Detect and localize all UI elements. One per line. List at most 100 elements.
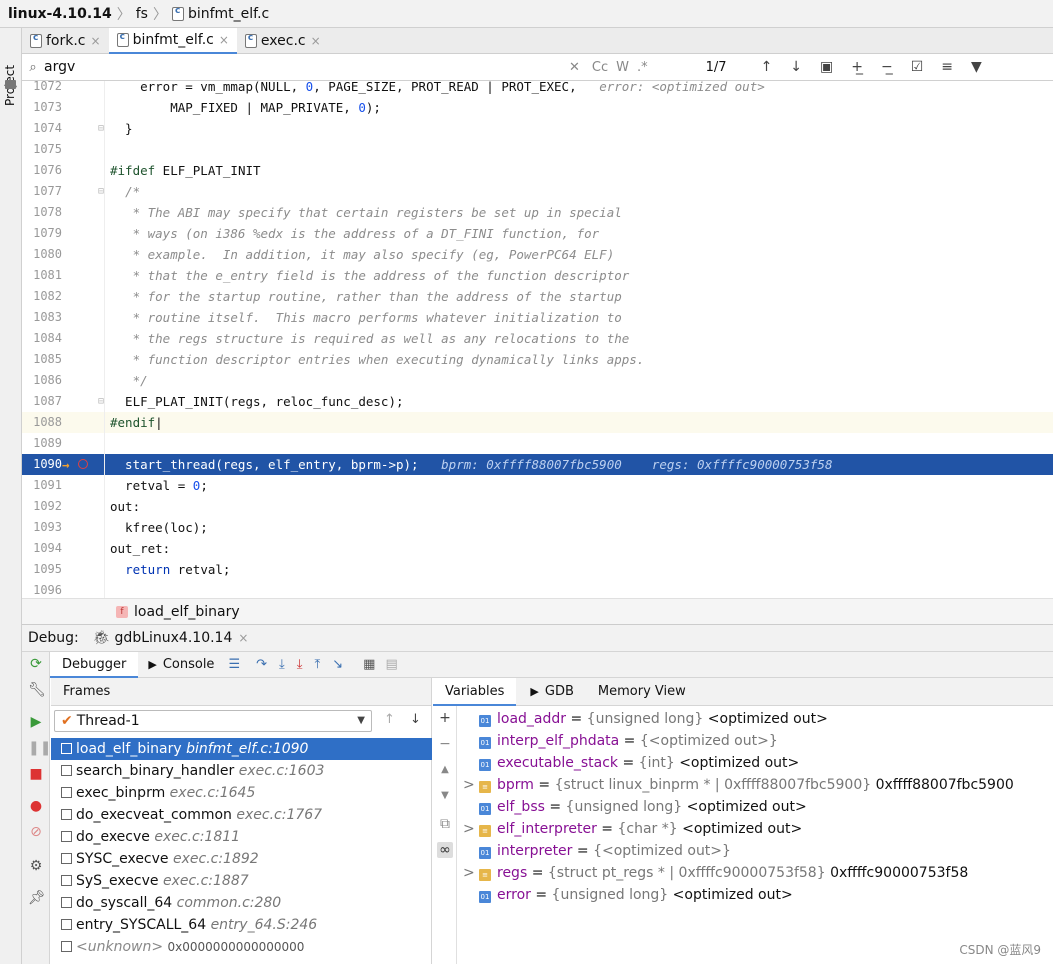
move-down-icon[interactable]: ▼	[437, 790, 453, 801]
function-name[interactable]: load_elf_binary	[134, 604, 240, 620]
code-line[interactable]: 1078 * The ABI may specify that certain …	[22, 202, 1053, 223]
evaluate-expression-icon[interactable]: ▦	[363, 657, 375, 672]
remove-selection-icon[interactable]: −̲	[881, 59, 893, 75]
move-up-icon[interactable]: ▲	[437, 764, 453, 775]
tab-binfmt-elf-c[interactable]: binfmt_elf.c ×	[108, 28, 237, 54]
pause-icon[interactable]: ❚❚	[28, 740, 51, 756]
regex-toggle[interactable]: .*	[637, 60, 648, 75]
frame-row[interactable]: SYSC_execve exec.c:1892	[51, 848, 432, 870]
wrench-icon[interactable]: 🔧︎	[28, 682, 46, 698]
breakpoint-icon[interactable]	[78, 459, 88, 469]
force-step-into-icon[interactable]: ⤒	[315, 657, 321, 672]
code-line[interactable]: 1088 #endif|	[22, 412, 1053, 433]
add-watch-icon[interactable]: +	[437, 710, 453, 726]
close-icon[interactable]: ×	[238, 631, 248, 645]
tab-fork-c[interactable]: fork.c ×	[22, 28, 109, 54]
case-sensitive-toggle[interactable]: Cc	[592, 60, 608, 75]
code-line[interactable]: 1095 return retval;	[22, 559, 1053, 580]
next-occurrence-icon[interactable]: ↓	[790, 59, 802, 75]
close-icon[interactable]: ×	[219, 33, 229, 47]
tab-console[interactable]: Console	[163, 657, 215, 672]
frame-row[interactable]: SyS_execve exec.c:1887	[51, 870, 432, 892]
layout-icon[interactable]: ▤	[385, 657, 397, 672]
frame-row[interactable]: entry_SYSCALL_64 entry_64.S:246	[51, 914, 432, 936]
frame-row[interactable]: <unknown> 0x0000000000000000	[51, 936, 432, 958]
tab-memory-view[interactable]: Memory View	[598, 684, 686, 699]
frame-row[interactable]: exec_binprm exec.c:1645	[51, 782, 432, 804]
frame-row[interactable]: search_binary_handler exec.c:1603	[51, 760, 432, 782]
variable-row[interactable]: > ≡ regs = {struct pt_regs * | 0xffffc9000…	[463, 862, 968, 884]
previous-occurrence-icon[interactable]: ↑	[761, 59, 773, 75]
code-line[interactable]: 1076 #ifdef ELF_PLAT_INIT	[22, 160, 1053, 181]
code-line[interactable]: 1090 start_thread(regs, elf_entry, bprm-…	[22, 454, 1053, 475]
code-line[interactable]: 1089	[22, 433, 1053, 454]
tab-gdb[interactable]: GDB	[545, 684, 574, 699]
frame-row[interactable]: do_syscall_64 common.c:280	[51, 892, 432, 914]
code-line[interactable]: 1083 * routine itself. This macro perfor…	[22, 307, 1053, 328]
tab-exec-c[interactable]: exec.c ×	[237, 28, 329, 54]
select-all-occurrences-icon[interactable]: ☑	[911, 59, 924, 75]
variable-row[interactable]: > ≡ bprm = {struct linux_binprm * | 0xffff…	[463, 774, 1014, 796]
remove-watch-icon[interactable]: −	[437, 736, 453, 752]
code-line[interactable]: 1085 * function descriptor entries when …	[22, 349, 1053, 370]
breadcrumb-file[interactable]: binfmt_elf.c	[188, 6, 269, 22]
frame-row[interactable]: do_execveat_common exec.c:1767	[51, 804, 432, 826]
variable-row[interactable]: 01 interpreter = {<optimized out>}	[463, 840, 731, 862]
step-over-icon[interactable]: ⤓	[279, 657, 285, 672]
tab-debugger[interactable]: Debugger	[50, 651, 139, 678]
code-line[interactable]: 1082 * for the startup routine, rather t…	[22, 286, 1053, 307]
expand-arrow-icon[interactable]: >	[463, 818, 479, 840]
mute-breakpoints-icon[interactable]: ⊘	[28, 824, 44, 840]
code-line[interactable]: 1075	[22, 139, 1053, 160]
code-line[interactable]: 1091 retval = 0;	[22, 475, 1053, 496]
settings-icon[interactable]: ⚙	[28, 858, 44, 874]
stop-icon[interactable]: ■	[28, 766, 44, 782]
filter-icon[interactable]: ▼	[971, 59, 982, 75]
code-line[interactable]: 1094 out_ret:	[22, 538, 1053, 559]
variable-row[interactable]: 01 error = {unsigned long} <optimized out…	[463, 884, 793, 906]
code-line[interactable]: 1093 kfree(loc);	[22, 517, 1053, 538]
view-breakpoints-icon[interactable]: ●	[28, 798, 44, 814]
code-line[interactable]: 1084 * the regs structure is required as…	[22, 328, 1053, 349]
code-editor[interactable]: 1072 error = vm_mmap(NULL, 0, PAGE_SIZE,…	[22, 81, 1053, 598]
close-icon[interactable]: ×	[91, 34, 101, 48]
variable-row[interactable]: 01 executable_stack = {int} <optimized ou…	[463, 752, 799, 774]
code-line[interactable]: 1092 out:	[22, 496, 1053, 517]
copy-icon[interactable]: ⧉	[437, 816, 453, 832]
variable-row[interactable]: 01 elf_bss = {unsigned long} <optimized o…	[463, 796, 807, 818]
glasses-icon[interactable]: ∞	[437, 842, 453, 858]
add-selection-icon[interactable]: +̲	[851, 59, 863, 75]
pin-icon[interactable]: 📌︎	[28, 890, 46, 906]
code-line[interactable]: 1077 /* ⊟	[22, 181, 1053, 202]
code-line[interactable]: 1073 MAP_FIXED | MAP_PRIVATE, 0);	[22, 97, 1053, 118]
close-icon[interactable]: ×	[311, 34, 321, 48]
clear-search-icon[interactable]: ✕	[569, 60, 580, 75]
thread-selector[interactable]: ✔ Thread-1 ▼	[54, 710, 372, 732]
code-line[interactable]: 1081 * that the e_entry field is the add…	[22, 265, 1053, 286]
expand-arrow-icon[interactable]: >	[463, 774, 479, 796]
filter-options-icon[interactable]: ≡	[941, 59, 953, 75]
debug-session-tab[interactable]: gdbLinux4.10.14	[115, 630, 233, 646]
code-line[interactable]: 1079 * ways (on i386 %edx is the address…	[22, 223, 1053, 244]
frame-row[interactable]: do_execve exec.c:1811	[51, 826, 432, 848]
code-line[interactable]: 1086 */	[22, 370, 1053, 391]
code-line[interactable]: 1096	[22, 580, 1053, 598]
find-in-selection-icon[interactable]: ▣	[820, 59, 833, 75]
frame-up-icon[interactable]: ↑	[384, 712, 395, 727]
show-execution-point-icon[interactable]: ↷	[256, 657, 267, 672]
rerun-icon[interactable]: ⟳	[28, 656, 44, 672]
search-input[interactable]: argv	[44, 59, 544, 75]
expand-arrow-icon[interactable]: >	[463, 862, 479, 884]
resume-icon[interactable]: ▶	[28, 714, 44, 730]
step-out-icon[interactable]: ↘	[332, 657, 343, 672]
code-line[interactable]: 1087 ELF_PLAT_INIT(regs, reloc_func_desc…	[22, 391, 1053, 412]
menu-icon[interactable]: ☰	[228, 657, 240, 672]
breadcrumb-folder[interactable]: fs	[136, 6, 148, 22]
breadcrumb-project[interactable]: linux-4.10.14	[8, 6, 112, 22]
variable-row[interactable]: > ≡ elf_interpreter = {char *} <optimized …	[463, 818, 802, 840]
step-into-icon[interactable]: ⤓	[297, 657, 303, 672]
code-line[interactable]: 1080 * example. In addition, it may also…	[22, 244, 1053, 265]
frame-down-icon[interactable]: ↓	[410, 712, 421, 727]
whole-word-toggle[interactable]: W	[616, 60, 629, 75]
variable-row[interactable]: 01 interp_elf_phdata = {<optimized out>}	[463, 730, 778, 752]
